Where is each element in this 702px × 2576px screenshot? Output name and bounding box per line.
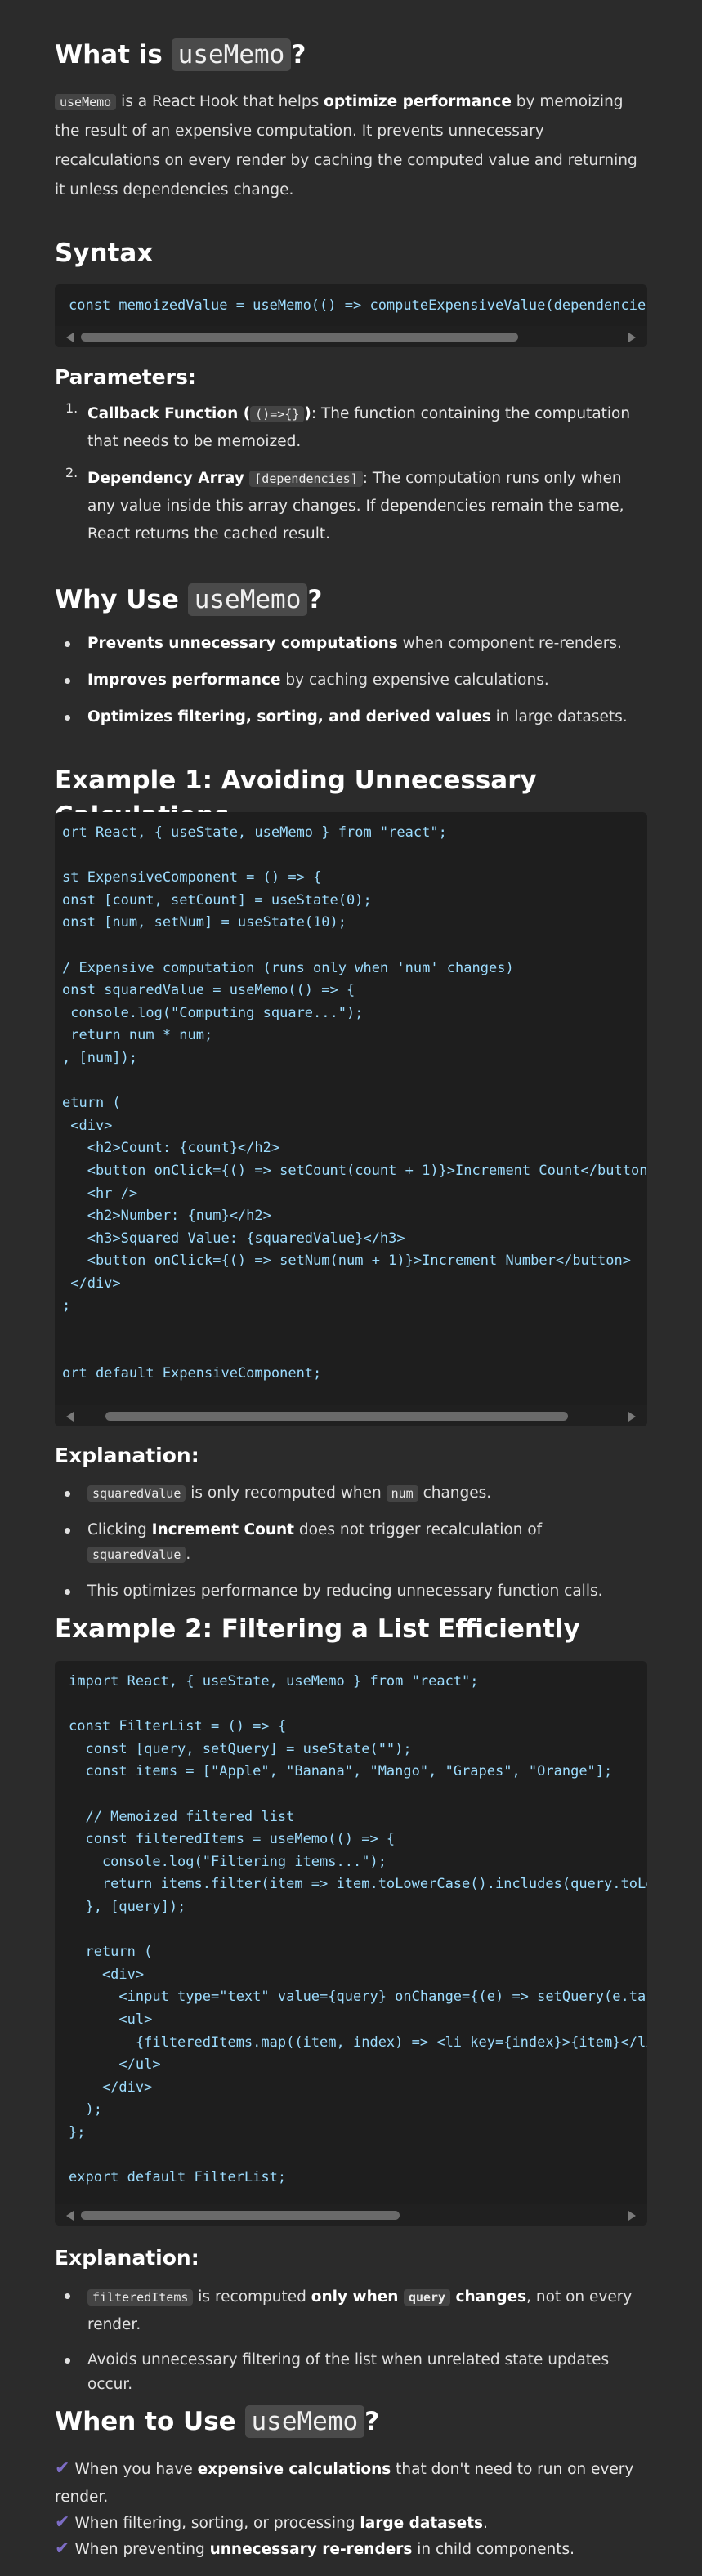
checkmark-icon: ✔	[55, 2512, 70, 2533]
heading-why: Why Use useMemo?	[55, 583, 323, 616]
heading-explanation-2: Explanation:	[55, 2246, 199, 2270]
heading-code: useMemo	[171, 38, 292, 71]
checkmark-icon: ✔	[55, 2538, 70, 2559]
list-item: ✔ When filtering, sorting, or processing …	[55, 2512, 488, 2533]
scrollbar[interactable]	[55, 2204, 647, 2226]
explanation-list-1: squaredValue is only recomputed when num…	[55, 1481, 647, 1604]
code-syntax: const memoizedValue = useMemo(() => comp…	[69, 297, 647, 314]
arrow-right-icon[interactable]	[628, 1412, 636, 1422]
list-item: ✔ When you have expensive calculations th…	[55, 2458, 634, 2506]
heading-explanation-1: Explanation:	[55, 1444, 199, 1467]
list-item: Optimizes filtering, sorting, and derive…	[55, 705, 647, 730]
heading-example-2: Example 2: Filtering a List Efficiently	[55, 1614, 580, 1644]
when-list: ✔ When you have expensive calculations th…	[55, 2455, 647, 2564]
list-item: squaredValue is only recomputed when num…	[55, 1481, 647, 1506]
list-item: Improves performance by caching expensiv…	[55, 668, 647, 693]
list-item: Clicking Increment Count does not trigge…	[55, 1518, 647, 1567]
why-list: Prevents unnecessary computations when c…	[55, 632, 647, 730]
arrow-left-icon[interactable]	[66, 333, 74, 342]
list-item: filteredItems is recomputed only when qu…	[55, 2284, 647, 2339]
explanation-list-2: filteredItems is recomputed only when qu…	[55, 2284, 647, 2397]
list-item: 2. Dependency Array [dependencies]: The …	[65, 465, 624, 542]
code-block-example-2: import React, { useState, useMemo } from…	[55, 1661, 647, 2226]
scroll-thumb[interactable]	[81, 333, 518, 342]
scroll-thumb[interactable]	[81, 2211, 400, 2220]
parameters-list: 1. Callback Function (()=>{}): The funct…	[55, 400, 647, 548]
code-block-syntax: const memoizedValue = useMemo(() => comp…	[55, 284, 647, 347]
arrow-right-icon[interactable]	[628, 333, 636, 342]
arrow-left-icon[interactable]	[66, 1412, 74, 1422]
heading-parameters: Parameters:	[55, 365, 196, 389]
list-item: Prevents unnecessary computations when c…	[55, 632, 647, 656]
list-item: ✔ When preventing unnecessary re-renders …	[55, 2538, 575, 2559]
scroll-thumb[interactable]	[105, 1412, 568, 1421]
checkmark-icon: ✔	[55, 2458, 70, 2479]
code-example-1: ort React, { useState, useMemo } from "r…	[62, 824, 647, 1382]
heading-when: When to Use useMemo?	[55, 2405, 380, 2438]
list-item: Avoids unnecessary filtering of the list…	[55, 2348, 647, 2397]
code-block-example-1: ort React, { useState, useMemo } from "r…	[55, 812, 647, 1426]
section-what: What is useMemo?	[55, 37, 647, 73]
scrollbar[interactable]	[55, 326, 647, 347]
list-item: This optimizes performance by reducing u…	[55, 1579, 647, 1604]
heading-what: What is useMemo?	[55, 38, 306, 71]
intro-paragraph: useMemo is a React Hook that helps optim…	[55, 93, 637, 199]
scrollbar[interactable]	[55, 1405, 647, 1426]
list-item: 1. Callback Function (()=>{}): The funct…	[65, 400, 631, 450]
code-example-2: import React, { useState, useMemo } from…	[69, 1673, 647, 2186]
inline-code: useMemo	[55, 94, 117, 110]
heading-syntax: Syntax	[55, 239, 154, 268]
arrow-left-icon[interactable]	[66, 2211, 74, 2221]
arrow-right-icon[interactable]	[628, 2211, 636, 2221]
